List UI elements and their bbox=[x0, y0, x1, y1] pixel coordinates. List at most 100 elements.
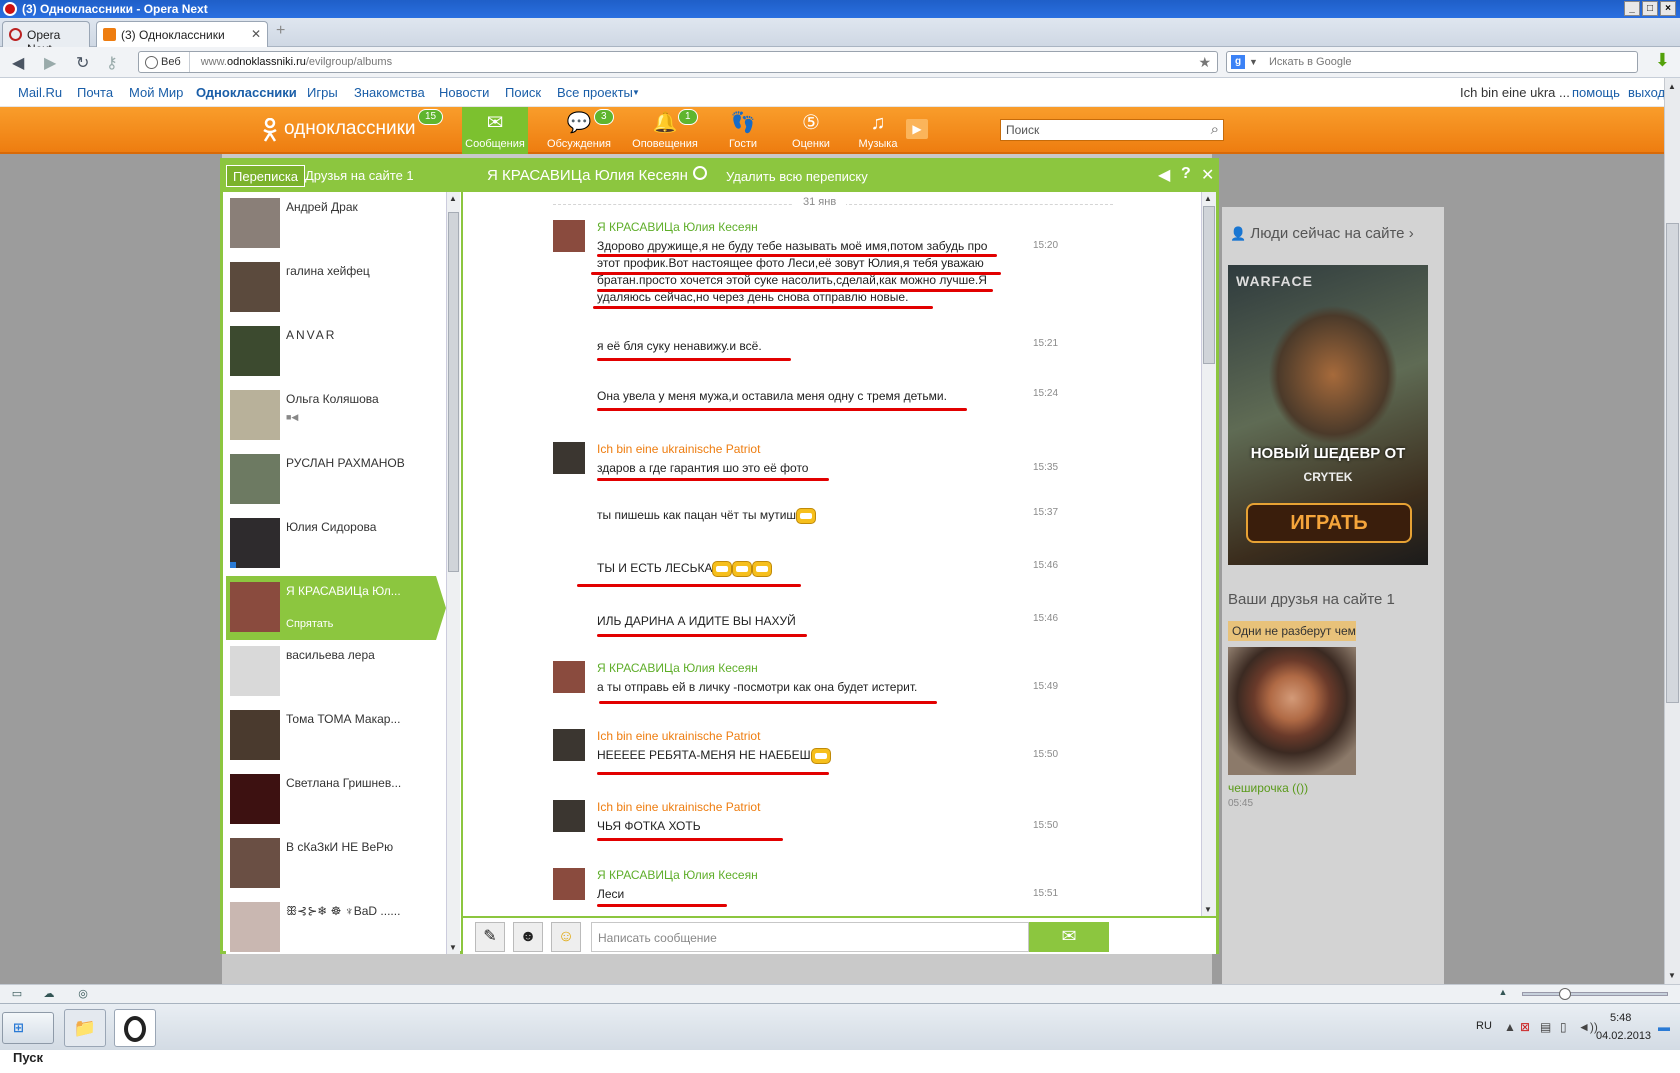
friend-photo[interactable] bbox=[1228, 647, 1356, 775]
portal-link-moymir[interactable]: Мой Мир bbox=[129, 85, 183, 100]
portal-link-pochta[interactable]: Почта bbox=[77, 85, 113, 100]
tray-expand-icon[interactable]: ▲ bbox=[1504, 1020, 1516, 1034]
scroll-down-icon[interactable]: ▼ bbox=[449, 943, 457, 952]
zoom-slider-knob[interactable] bbox=[1559, 988, 1571, 1000]
contact-item[interactable]: ANVAR bbox=[226, 320, 436, 384]
portal-help-link[interactable]: помощь bbox=[1572, 85, 1620, 100]
tab-odnoklassniki[interactable]: (3) Одноклассники ✕ bbox=[96, 21, 268, 47]
people-online-link[interactable]: 👤 Люди сейчас на сайте › bbox=[1230, 225, 1414, 242]
close-window-button[interactable]: × bbox=[1660, 1, 1676, 16]
scroll-down-icon[interactable]: ▼ bbox=[1204, 905, 1212, 914]
contact-item[interactable]: ꕥ⊰⊱❄ ☸ ♆BaD ...... bbox=[226, 896, 436, 954]
contact-item[interactable]: РУСЛАН РАХМАНОВ bbox=[226, 448, 436, 512]
portal-link-mailru[interactable]: Mail.Ru bbox=[18, 85, 62, 100]
contact-item-selected[interactable]: Я КРАСАВИЦа Юл... Спрятать bbox=[226, 576, 446, 640]
message-input[interactable]: Написать сообщение bbox=[591, 922, 1029, 952]
grin-smiley-icon[interactable]: ☻ bbox=[513, 922, 543, 952]
message-author[interactable]: Ich bin eine ukrainische Patriot bbox=[597, 729, 760, 743]
message-author[interactable]: Ich bin eine ukrainische Patriot bbox=[597, 800, 760, 814]
warface-ad-banner[interactable]: WARFACE НОВЫЙ ШЕДЕВР ОТ CRYTEK ИГРАТЬ bbox=[1228, 265, 1428, 565]
language-indicator[interactable]: RU bbox=[1476, 1020, 1492, 1032]
portal-link-odnoklassniki[interactable]: Одноклассники bbox=[196, 85, 297, 100]
back-icon[interactable]: ◀ bbox=[12, 53, 24, 73]
web-badge[interactable]: Веб bbox=[139, 52, 190, 72]
message-author[interactable]: Ich bin eine ukrainische Patriot bbox=[597, 442, 760, 456]
contact-item[interactable]: Светлана Гришнев... bbox=[226, 768, 436, 832]
sound-icon[interactable]: ◀ bbox=[1158, 165, 1170, 185]
portal-logout-link[interactable]: выход bbox=[1628, 85, 1665, 100]
minimize-button[interactable]: _ bbox=[1624, 1, 1640, 16]
pencil-icon[interactable]: ✎ bbox=[475, 922, 505, 952]
friend-name-link[interactable]: чеширочка (()) bbox=[1228, 781, 1308, 795]
tab-opera-next[interactable]: Opera Next bbox=[2, 21, 90, 56]
bookmark-star-icon[interactable]: ★ bbox=[1198, 52, 1211, 72]
download-arrow-icon[interactable]: ⬇ bbox=[1655, 50, 1670, 71]
chat-partner-title[interactable]: Я КРАСАВИЦа Юлия Кесеян bbox=[487, 167, 688, 184]
contacts-scroll-thumb[interactable] bbox=[448, 212, 459, 572]
scroll-up-icon[interactable]: ▲ bbox=[1668, 82, 1676, 91]
address-bar[interactable]: Веб www.odnoklassniki.ru/evilgroup/album… bbox=[138, 51, 1218, 73]
clock-date[interactable]: 04.02.2013 bbox=[1596, 1030, 1651, 1042]
block-user-icon[interactable] bbox=[693, 166, 707, 180]
tab-friends-online[interactable]: Друзья на сайте 1 bbox=[305, 168, 414, 183]
panel-toggle-icon[interactable]: ▭ bbox=[10, 987, 24, 1001]
ok-nav-music[interactable]: ♫ Музыка bbox=[845, 107, 911, 154]
scroll-up-icon[interactable]: ▲ bbox=[1204, 194, 1212, 203]
portal-link-znakomstva[interactable]: Знакомства bbox=[354, 85, 425, 100]
address-url[interactable]: www.odnoklassniki.ru/evilgroup/albums bbox=[193, 56, 392, 68]
new-tab-button[interactable]: + bbox=[276, 23, 292, 40]
message-avatar[interactable] bbox=[553, 729, 585, 761]
contact-item[interactable]: Ольга Коляшова ■◀ bbox=[226, 384, 436, 448]
contact-item[interactable]: васильева лера bbox=[226, 640, 436, 704]
portal-user-name[interactable]: Ich bin eine ukra ... bbox=[1460, 85, 1570, 100]
tray-volume-icon[interactable]: ◄)) bbox=[1578, 1020, 1598, 1034]
all-projects-chevron-icon[interactable]: ▼ bbox=[632, 88, 640, 97]
hide-contact-link[interactable]: Спрятать bbox=[286, 618, 333, 630]
portal-link-all-projects[interactable]: Все проекты bbox=[557, 85, 633, 100]
ok-logo[interactable]: одноклассники bbox=[262, 117, 416, 142]
zoom-slider[interactable] bbox=[1522, 988, 1668, 1000]
clock-time[interactable]: 5:48 bbox=[1610, 1012, 1631, 1024]
start-button[interactable]: ⊞ Пуск bbox=[2, 1012, 54, 1065]
message-author[interactable]: Я КРАСАВИЦа Юлия Кесеян bbox=[597, 661, 758, 675]
ok-nav-ratings[interactable]: ⑤ Оценки bbox=[778, 107, 844, 154]
search-engine-dropdown-icon[interactable]: ▼ bbox=[1249, 52, 1258, 72]
maximize-button[interactable]: □ bbox=[1642, 1, 1658, 16]
show-desktop-icon[interactable]: ▬ bbox=[1658, 1020, 1670, 1034]
music-play-icon[interactable]: ▶ bbox=[906, 119, 928, 139]
contact-item[interactable]: Тома ТОМА Макар... bbox=[226, 704, 436, 768]
messages-scroll-thumb[interactable] bbox=[1203, 206, 1215, 364]
tab-conversations[interactable]: Переписка bbox=[226, 165, 306, 187]
message-author[interactable]: Я КРАСАВИЦа Юлия Кесеян bbox=[597, 220, 758, 234]
taskbar-explorer-icon[interactable]: 📁 bbox=[64, 1009, 106, 1047]
help-icon[interactable]: ? bbox=[1181, 165, 1191, 183]
ok-nav-messages[interactable]: ✉ Сообщения bbox=[462, 107, 528, 154]
page-scrollbar[interactable]: ▲ ▼ bbox=[1664, 78, 1680, 984]
message-avatar[interactable] bbox=[553, 442, 585, 474]
forward-icon[interactable]: ▶ bbox=[44, 53, 56, 73]
search-icon[interactable]: ⌕ bbox=[1211, 121, 1219, 138]
contacts-scrollbar[interactable]: ▲ ▼ bbox=[446, 192, 460, 954]
zoom-up-icon[interactable]: ▲ bbox=[1496, 987, 1510, 1001]
tray-security-icon[interactable]: ⊠ bbox=[1520, 1020, 1530, 1034]
contact-item[interactable]: Юлия Сидорова bbox=[226, 512, 436, 576]
contact-item[interactable]: Андрей Драк bbox=[226, 192, 436, 256]
reload-icon[interactable]: ↻ bbox=[76, 53, 89, 73]
taskbar-opera-icon[interactable] bbox=[114, 1009, 156, 1047]
portal-link-igry[interactable]: Игры bbox=[307, 85, 338, 100]
ok-nav-guests[interactable]: 👣 Гости bbox=[710, 107, 776, 154]
contact-item[interactable]: галина хейфец bbox=[226, 256, 436, 320]
scroll-down-icon[interactable]: ▼ bbox=[1668, 971, 1676, 980]
page-scroll-thumb[interactable] bbox=[1666, 223, 1679, 703]
portal-link-novosti[interactable]: Новости bbox=[439, 85, 489, 100]
ad-play-button[interactable]: ИГРАТЬ bbox=[1246, 503, 1412, 543]
tray-network-icon[interactable]: ▤ bbox=[1540, 1020, 1551, 1034]
smiley-icon[interactable]: ☺ bbox=[551, 922, 581, 952]
key-icon[interactable]: ⚷ bbox=[106, 53, 118, 73]
messages-scrollbar[interactable]: ▲ ▼ bbox=[1201, 192, 1216, 916]
tray-power-icon[interactable]: ▯ bbox=[1560, 1020, 1567, 1034]
ok-search-input[interactable]: Поиск ⌕ bbox=[1000, 119, 1224, 141]
message-avatar[interactable] bbox=[553, 661, 585, 693]
close-chat-icon[interactable]: ✕ bbox=[1201, 165, 1214, 185]
portal-link-poisk[interactable]: Поиск bbox=[505, 85, 541, 100]
